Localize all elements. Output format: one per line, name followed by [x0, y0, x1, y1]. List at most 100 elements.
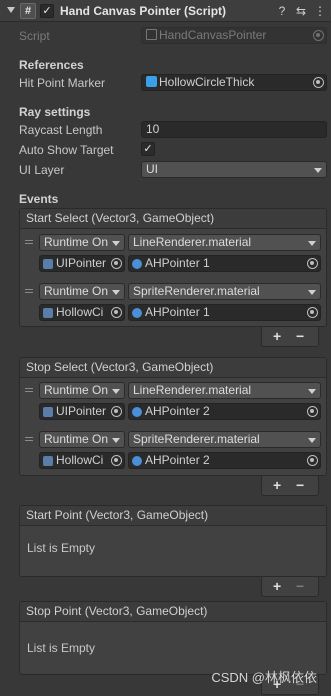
- function-value: SpriteRenderer.material: [133, 284, 260, 298]
- target-object-value: HollowCi: [56, 305, 104, 319]
- hit-point-marker-value: HollowCircleThick: [159, 75, 255, 89]
- raycast-length-label: Raycast Length: [19, 123, 103, 137]
- function-value: LineRenderer.material: [133, 383, 252, 397]
- remove-listener-button: −: [296, 578, 305, 594]
- remove-listener-button[interactable]: −: [296, 328, 304, 344]
- argument-value: AHPointer 2: [145, 404, 210, 418]
- function-dropdown[interactable]: SpriteRenderer.material: [128, 283, 321, 300]
- object-picker-icon[interactable]: [111, 258, 122, 269]
- target-object-field[interactable]: UIPointer: [39, 255, 125, 272]
- function-value: SpriteRenderer.material: [133, 432, 260, 446]
- script-file-icon: [146, 29, 157, 40]
- list-footer: + −: [261, 476, 319, 496]
- ui-layer-dropdown[interactable]: UI: [141, 161, 327, 178]
- chevron-down-icon: [308, 290, 316, 295]
- drag-handle-icon[interactable]: [25, 437, 33, 441]
- component-icon: [43, 456, 53, 466]
- prefab-cube-icon: [146, 76, 157, 87]
- chevron-down-icon: [308, 438, 316, 443]
- stop-point-header: Stop Point (Vector3, GameObject): [20, 602, 326, 622]
- component-icon: [43, 259, 53, 269]
- object-picker-icon[interactable]: [313, 77, 324, 88]
- raycast-length-input[interactable]: 10: [141, 121, 327, 138]
- script-field-value: HandCanvasPointer: [159, 28, 267, 42]
- target-object-field[interactable]: HollowCi: [39, 452, 125, 469]
- component-enabled-checkbox[interactable]: ✓: [40, 4, 54, 18]
- script-field[interactable]: HandCanvasPointer: [141, 27, 327, 44]
- argument-field[interactable]: AHPointer 2: [128, 452, 321, 469]
- chevron-down-icon: [308, 389, 316, 394]
- target-object-value: UIPointer: [56, 404, 107, 418]
- object-picker-icon[interactable]: [307, 455, 318, 466]
- material-icon: [132, 407, 142, 417]
- chevron-down-icon: [112, 389, 120, 394]
- foldout-arrow-icon[interactable]: [7, 7, 15, 13]
- object-picker-icon: [313, 30, 324, 41]
- script-label: Script: [19, 29, 50, 43]
- chevron-down-icon: [314, 168, 322, 173]
- component-icon: [43, 308, 53, 318]
- runtime-mode-value: Runtime On: [44, 432, 109, 446]
- add-listener-button[interactable]: +: [273, 328, 281, 344]
- chevron-down-icon: [112, 290, 120, 295]
- material-icon: [132, 259, 142, 269]
- script-icon: #: [20, 3, 36, 19]
- object-picker-icon[interactable]: [307, 258, 318, 269]
- help-icon[interactable]: ?: [275, 4, 289, 18]
- target-object-field[interactable]: UIPointer: [39, 403, 125, 420]
- auto-show-target-label: Auto Show Target: [19, 143, 114, 157]
- drag-handle-icon[interactable]: [25, 388, 33, 392]
- watermark: CSDN @林枫依依: [211, 670, 317, 685]
- object-picker-icon[interactable]: [111, 406, 122, 417]
- ray-settings-header: Ray settings: [19, 105, 91, 119]
- list-footer: + −: [261, 577, 319, 597]
- drag-handle-icon[interactable]: [25, 240, 33, 244]
- argument-field[interactable]: AHPointer 2: [128, 403, 321, 420]
- add-listener-button[interactable]: +: [273, 578, 281, 594]
- target-object-value: HollowCi: [56, 453, 104, 467]
- remove-listener-button[interactable]: −: [296, 477, 304, 493]
- target-object-field[interactable]: HollowCi: [39, 304, 125, 321]
- component-title: Hand Canvas Pointer (Script): [60, 4, 227, 18]
- runtime-mode-value: Runtime On: [44, 235, 109, 249]
- argument-value: AHPointer 1: [145, 256, 210, 270]
- runtime-mode-dropdown[interactable]: Runtime On: [39, 431, 125, 448]
- object-picker-icon[interactable]: [111, 455, 122, 466]
- function-value: LineRenderer.material: [133, 235, 252, 249]
- hit-point-marker-label: Hit Point Marker: [19, 76, 106, 90]
- preset-icon[interactable]: ⇆: [294, 4, 308, 18]
- runtime-mode-value: Runtime On: [44, 383, 109, 397]
- function-dropdown[interactable]: LineRenderer.material: [128, 382, 321, 399]
- chevron-down-icon: [112, 438, 120, 443]
- target-object-value: UIPointer: [56, 256, 107, 270]
- runtime-mode-dropdown[interactable]: Runtime On: [39, 234, 125, 251]
- object-picker-icon[interactable]: [307, 406, 318, 417]
- component-icon: [43, 407, 53, 417]
- runtime-mode-dropdown[interactable]: Runtime On: [39, 283, 125, 300]
- start-point-header: Start Point (Vector3, GameObject): [20, 506, 326, 526]
- argument-field[interactable]: AHPointer 1: [128, 304, 321, 321]
- object-picker-icon[interactable]: [307, 307, 318, 318]
- references-header: References: [19, 58, 84, 72]
- argument-field[interactable]: AHPointer 1: [128, 255, 321, 272]
- drag-handle-icon[interactable]: [25, 289, 33, 293]
- add-listener-button[interactable]: +: [273, 477, 281, 493]
- ui-layer-label: UI Layer: [19, 163, 65, 177]
- auto-show-target-checkbox[interactable]: ✓: [141, 142, 155, 156]
- runtime-mode-value: Runtime On: [44, 284, 109, 298]
- context-menu-icon[interactable]: ⋮: [313, 4, 327, 18]
- function-dropdown[interactable]: LineRenderer.material: [128, 234, 321, 251]
- stop-select-header: Stop Select (Vector3, GameObject): [20, 358, 326, 378]
- object-picker-icon[interactable]: [111, 307, 122, 318]
- component-header[interactable]: # ✓ Hand Canvas Pointer (Script) ? ⇆ ⋮: [0, 0, 331, 22]
- stop-point-event: Stop Point (Vector3, GameObject) List is…: [19, 601, 327, 675]
- events-header: Events: [19, 192, 59, 206]
- material-icon: [132, 456, 142, 466]
- hit-point-marker-field[interactable]: HollowCircleThick: [141, 74, 327, 91]
- material-icon: [132, 308, 142, 318]
- argument-value: AHPointer 1: [145, 305, 210, 319]
- start-select-header: Start Select (Vector3, GameObject): [20, 209, 326, 229]
- function-dropdown[interactable]: SpriteRenderer.material: [128, 431, 321, 448]
- ui-layer-value: UI: [146, 162, 158, 176]
- runtime-mode-dropdown[interactable]: Runtime On: [39, 382, 125, 399]
